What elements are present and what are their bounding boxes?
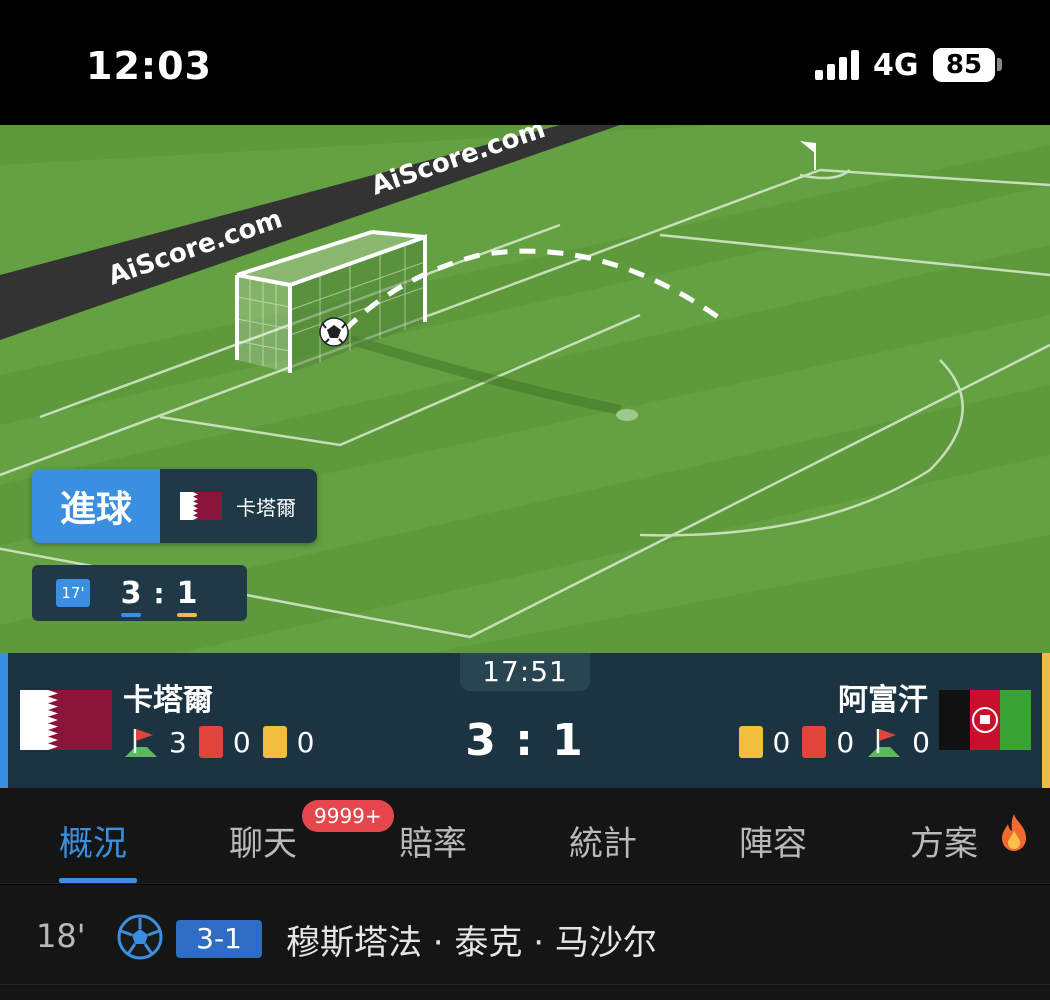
away-corners: 0: [912, 725, 930, 759]
event-list: 18' 3-1 穆斯塔法 · 泰克 · 马沙尔: [0, 885, 1050, 1000]
soccer-ball-icon: [319, 317, 349, 347]
match-clock: 17:51: [460, 653, 590, 691]
away-red-cards: 0: [836, 725, 855, 759]
tab-chat[interactable]: 聊天: [229, 816, 297, 865]
tab-plans[interactable]: 方案: [910, 816, 978, 865]
goal-team: 卡塔爾: [160, 469, 317, 543]
battery-icon: 85: [933, 48, 995, 82]
match-scoreboard: 17:51 卡塔爾 3 0 0 3 : 1 阿富汗 0 0 0: [0, 653, 1050, 788]
event-player-name: 穆斯塔法 · 泰克 · 马沙尔: [286, 923, 657, 963]
away-team-name[interactable]: 阿富汗: [838, 675, 928, 719]
battery-tip: [997, 58, 1002, 71]
tab-stats[interactable]: 統計: [569, 816, 637, 865]
away-flag-icon[interactable]: [939, 690, 1031, 750]
goal-event-panel: 進球 卡塔爾: [32, 469, 317, 543]
goal-label: 進球: [32, 469, 160, 543]
tab-overview[interactable]: 概況: [59, 816, 127, 865]
red-card-icon: [802, 726, 827, 758]
mini-scoreboard: 17' 3 : 1: [32, 565, 247, 621]
goal-ball-icon: [117, 914, 163, 960]
list-item[interactable]: 18' 3-1 穆斯塔法 · 泰克 · 马沙尔: [0, 885, 1050, 985]
network-type: 4G: [873, 48, 919, 83]
active-tab-indicator: [59, 878, 137, 883]
tab-lineup[interactable]: 陣容: [739, 816, 807, 865]
live-pitch-animation: AiScore.com AiScore.com 進球 卡塔爾 17' 3: 1: [0, 125, 1050, 653]
corner-kick-icon: [868, 729, 901, 757]
status-time: 12:03: [86, 44, 212, 88]
status-bar: 12:03 4G 85: [0, 0, 1050, 125]
tab-odds[interactable]: 賠率: [399, 816, 467, 865]
mini-score-separator: :: [153, 576, 165, 610]
fire-icon: [1002, 814, 1026, 851]
mini-away-score: 1: [168, 576, 206, 617]
cellular-signal-icon: [815, 50, 861, 80]
minute-badge: 17': [56, 579, 90, 607]
away-yellow-cards: 0: [772, 725, 791, 759]
landing-spot: [616, 409, 638, 421]
mini-home-score: 3: [112, 576, 150, 617]
chat-count-badge: 9999+: [302, 800, 394, 832]
home-team-name[interactable]: 卡塔爾: [123, 675, 213, 719]
goal-team-name: 卡塔爾: [236, 495, 296, 520]
tab-bar: 概況 聊天 9999+ 賠率 統計 陣容 方案: [0, 788, 1050, 884]
yellow-card-icon: [738, 726, 763, 758]
event-score-badge: 3-1: [176, 920, 262, 958]
event-minute: 18': [36, 917, 86, 955]
away-stats: 0 0 0: [738, 725, 930, 759]
qatar-flag-icon: [180, 492, 222, 520]
